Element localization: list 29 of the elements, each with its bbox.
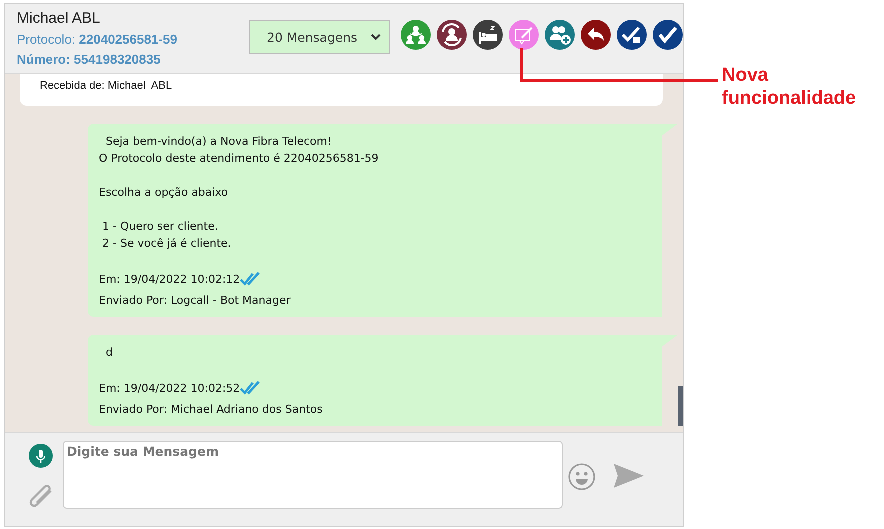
group-icon[interactable] (401, 20, 431, 50)
add-user-icon[interactable] (545, 20, 575, 50)
message-text: Escolha a opção abaixo (99, 185, 230, 201)
annotation-text: Nova funcionalidade (722, 64, 858, 110)
contact-name: Michael ABL (17, 9, 102, 29)
note-edit-icon[interactable] (509, 20, 539, 50)
timestamp: Em: 19/04/2022 10:02:52 (99, 381, 240, 397)
timestamp: Em: 19/04/2022 10:02:12 (99, 272, 240, 288)
scrollbar-thumb[interactable] (678, 386, 683, 426)
message-text: 1 - Quero ser cliente. (101, 219, 220, 235)
protocol-text: Protocolo: 22040256581-59 (17, 31, 178, 49)
paperclip-icon[interactable] (27, 482, 55, 508)
message-text: O Protocolo deste atendimento é 22040256581-59 (99, 151, 380, 167)
message-count-dropdown[interactable]: 20 Mensagens (249, 20, 390, 54)
sender-text: Enviado Por: Logcall - Bot Manager (99, 293, 292, 309)
check-thumb-icon[interactable] (617, 20, 647, 50)
caret-icon (371, 34, 381, 40)
check-icon[interactable] (653, 20, 683, 50)
message-text: 2 - Se você já é cliente. (101, 236, 232, 252)
phone-number: Número: 554198320835 (17, 51, 162, 69)
person-refresh-icon[interactable] (437, 20, 467, 50)
message-text: d (104, 345, 114, 361)
sender-text: Enviado Por: Michael Adriano dos Santos (99, 402, 324, 418)
sender-text: Recebida de: Michael ABL (40, 79, 174, 94)
emoji-icon[interactable] (568, 463, 596, 491)
message-text: Seja bem-vindo(a) a Nova Fibra Telecom! (104, 134, 333, 150)
message-input[interactable]: Digite sua Mensagem (63, 441, 563, 509)
bed-icon[interactable] (473, 20, 503, 50)
microphone-icon[interactable] (29, 444, 53, 468)
